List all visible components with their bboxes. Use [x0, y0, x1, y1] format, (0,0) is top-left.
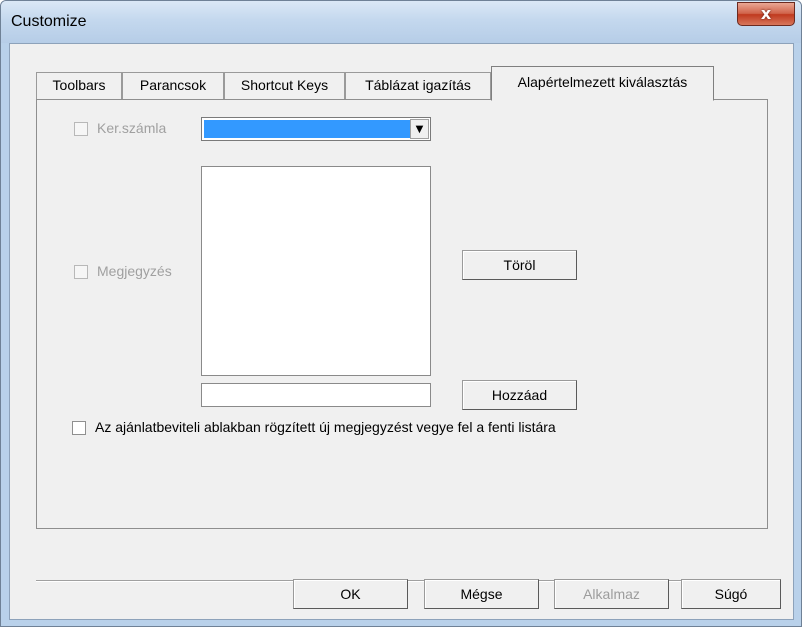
kerszamla-label: Ker.számla	[97, 120, 167, 136]
tab-shortcut-keys[interactable]: Shortcut Keys	[224, 72, 345, 100]
auto-add-note-label: Az ajánlatbeviteli ablakban rögzített új…	[95, 419, 556, 435]
ok-button[interactable]: OK	[293, 579, 408, 609]
chevron-down-icon[interactable]: ▼	[410, 119, 429, 139]
apply-button-label: Alkalmaz	[583, 586, 640, 602]
megjegyzes-label: Megjegyzés	[97, 263, 172, 279]
megjegyzes-listbox[interactable]	[201, 166, 431, 376]
cancel-button[interactable]: Mégse	[424, 579, 539, 609]
customize-dialog: Customize x Toolbars Parancsok Shortcut …	[0, 0, 802, 627]
close-button[interactable]: x	[737, 2, 795, 26]
tab-label: Toolbars	[52, 77, 106, 93]
tab-label: Shortcut Keys	[240, 77, 329, 93]
auto-add-note-checkbox[interactable]	[72, 421, 86, 435]
dialog-client-area: Toolbars Parancsok Shortcut Keys Tábláza…	[9, 43, 794, 620]
cancel-button-label: Mégse	[460, 586, 503, 602]
help-button[interactable]: Súgó	[681, 579, 781, 609]
new-note-input[interactable]	[201, 383, 431, 407]
kerszamla-checkbox[interactable]	[74, 122, 88, 136]
window-title: Customize	[11, 13, 87, 30]
torol-button-label: Töröl	[503, 257, 536, 273]
tab-panel-alapertelmezett: Ker.számla ▼ Megjegyzés Töröl Hozzáad Az…	[36, 99, 768, 529]
torol-button[interactable]: Töröl	[462, 250, 577, 280]
combobox-selected-value	[204, 120, 410, 138]
tab-toolbars[interactable]: Toolbars	[36, 72, 122, 100]
tab-label: Parancsok	[139, 77, 207, 93]
hozzaad-button-label: Hozzáad	[491, 387, 548, 403]
help-button-label: Súgó	[714, 586, 748, 602]
close-icon: x	[760, 4, 772, 23]
tab-parancsok[interactable]: Parancsok	[122, 72, 224, 100]
tab-label: Táblázat igazítás	[365, 77, 471, 93]
tab-label: Alapértelmezett kiválasztás	[517, 74, 688, 90]
megjegyzes-checkbox[interactable]	[74, 265, 88, 279]
ok-button-label: OK	[340, 586, 361, 602]
title-bar[interactable]: Customize x	[1, 1, 801, 43]
kerszamla-combobox[interactable]: ▼	[201, 117, 431, 141]
hozzaad-button[interactable]: Hozzáad	[462, 380, 577, 410]
tab-alapertelmezett-kivalasztas[interactable]: Alapértelmezett kiválasztás	[491, 66, 714, 101]
apply-button[interactable]: Alkalmaz	[554, 579, 669, 609]
tab-tablazat-igazitas[interactable]: Táblázat igazítás	[345, 72, 491, 100]
